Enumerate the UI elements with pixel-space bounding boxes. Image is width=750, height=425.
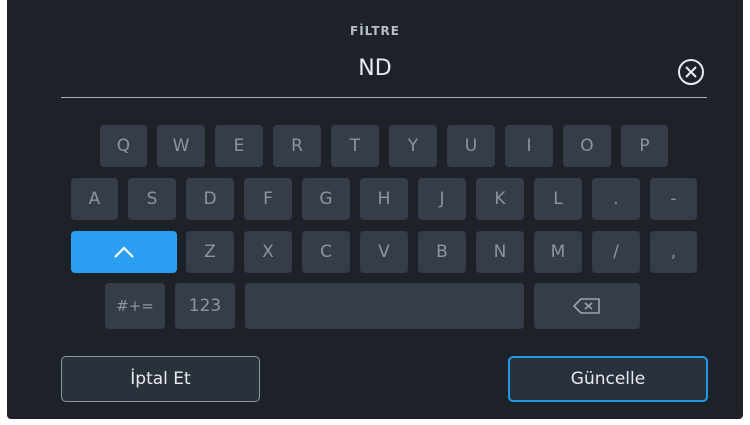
key-k[interactable]: K — [476, 178, 524, 220]
key-hyphen[interactable]: - — [650, 178, 697, 220]
key-y[interactable]: Y — [389, 125, 437, 167]
update-button[interactable]: Güncelle — [508, 356, 708, 402]
key-j[interactable]: J — [418, 178, 466, 220]
key-u[interactable]: U — [447, 125, 495, 167]
key-m[interactable]: M — [534, 231, 582, 273]
key-d[interactable]: D — [186, 178, 234, 220]
key-slash[interactable]: / — [592, 231, 640, 273]
input-underline — [61, 97, 707, 98]
key-comma[interactable]: , — [650, 231, 697, 273]
key-q[interactable]: Q — [100, 125, 147, 167]
backspace-icon — [573, 298, 600, 314]
numbers-key[interactable]: 123 — [175, 283, 235, 329]
key-x[interactable]: X — [244, 231, 292, 273]
key-t[interactable]: T — [331, 125, 379, 167]
key-p[interactable]: P — [621, 125, 668, 167]
key-e[interactable]: E — [215, 125, 263, 167]
key-c[interactable]: C — [302, 231, 350, 273]
backspace-key[interactable] — [534, 283, 640, 329]
key-z[interactable]: Z — [186, 231, 234, 273]
symbols-key[interactable]: #+= — [105, 283, 165, 329]
key-b[interactable]: B — [418, 231, 466, 273]
key-r[interactable]: R — [273, 125, 321, 167]
clear-circle-icon — [678, 59, 704, 85]
key-o[interactable]: O — [563, 125, 611, 167]
key-w[interactable]: W — [157, 125, 205, 167]
key-v[interactable]: V — [360, 231, 408, 273]
clear-input-button[interactable] — [677, 58, 705, 86]
chevron-up-icon — [114, 246, 134, 258]
cancel-button[interactable]: İptal Et — [61, 356, 260, 402]
key-a[interactable]: A — [71, 178, 118, 220]
field-title: FİLTRE — [350, 24, 400, 38]
key-period[interactable]: . — [592, 178, 640, 220]
space-key[interactable] — [245, 283, 524, 329]
key-l[interactable]: L — [534, 178, 582, 220]
key-g[interactable]: G — [302, 178, 350, 220]
shift-key[interactable] — [71, 231, 177, 273]
key-n[interactable]: N — [476, 231, 524, 273]
key-s[interactable]: S — [128, 178, 176, 220]
key-i[interactable]: I — [505, 125, 553, 167]
key-h[interactable]: H — [360, 178, 408, 220]
filter-input-value[interactable]: ND — [0, 56, 750, 81]
key-f[interactable]: F — [244, 178, 292, 220]
